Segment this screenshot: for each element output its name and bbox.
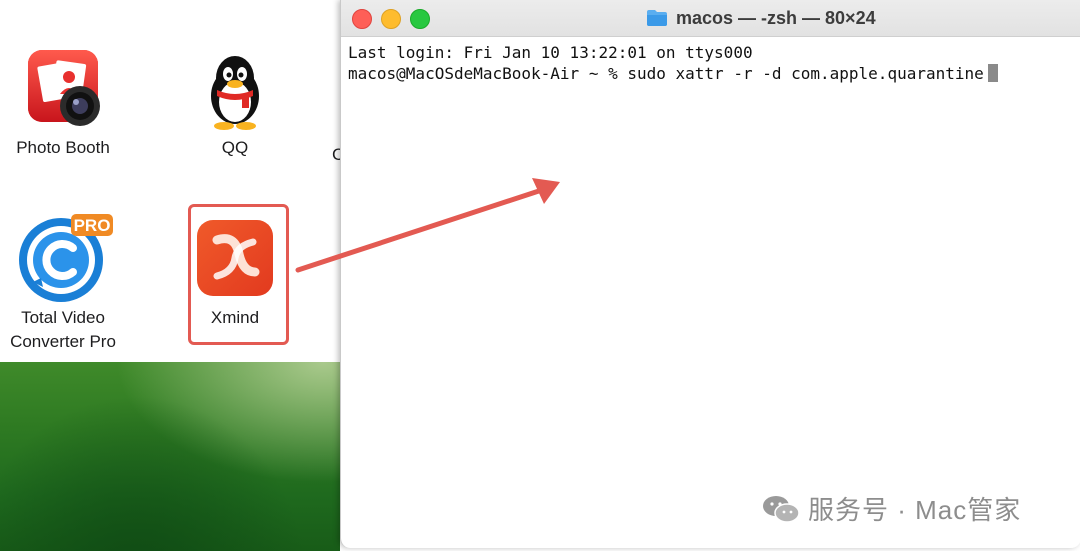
arrow-icon (295, 178, 560, 273)
applications-grid: Photo Booth QQ C PRO Total Video Convert… (0, 0, 344, 362)
watermark-text: 服务号 · Mac管家 (808, 495, 1022, 525)
app-xmind[interactable]: Xmind (180, 218, 290, 330)
wechat-icon (763, 495, 800, 523)
app-label-line1: Total Video (21, 308, 105, 327)
minimize-button[interactable] (381, 9, 401, 29)
app-qq[interactable]: QQ (175, 44, 295, 160)
zoom-button[interactable] (410, 9, 430, 29)
watermark: 服务号 · Mac管家 (762, 490, 1021, 527)
qq-penguin-icon (211, 56, 259, 130)
app-photo-booth[interactable]: Photo Booth (2, 44, 124, 160)
app-label: Photo Booth (16, 138, 110, 157)
close-button[interactable] (352, 9, 372, 29)
window-title-text: macos — -zsh — 80×24 (676, 7, 876, 28)
app-label-line2: Converter Pro (10, 332, 116, 351)
photo-booth-icon (28, 50, 100, 126)
title-bar[interactable]: macos — -zsh — 80×24 (341, 0, 1080, 37)
xmind-icon (197, 220, 273, 296)
command-line: macos@MacOSdeMacBook-Air ~ % sudo xattr … (348, 64, 984, 83)
total-video-converter-icon: PRO (19, 214, 113, 302)
text-cursor (987, 64, 998, 82)
app-label: QQ (221, 138, 249, 157)
app-total-video-converter-pro[interactable]: PRO Total Video Converter Pro (0, 210, 126, 354)
desktop-wallpaper (0, 362, 340, 551)
last-login-line: Last login: Fri Jan 10 13:22:01 on ttys0… (348, 43, 753, 62)
svg-text:PRO: PRO (74, 216, 111, 235)
folder-icon (647, 10, 667, 26)
terminal-output[interactable]: Last login: Fri Jan 10 13:22:01 on ttys0… (348, 42, 998, 84)
window-title: macos — -zsh — 80×24 (646, 6, 876, 30)
app-label: Xmind (210, 308, 260, 327)
